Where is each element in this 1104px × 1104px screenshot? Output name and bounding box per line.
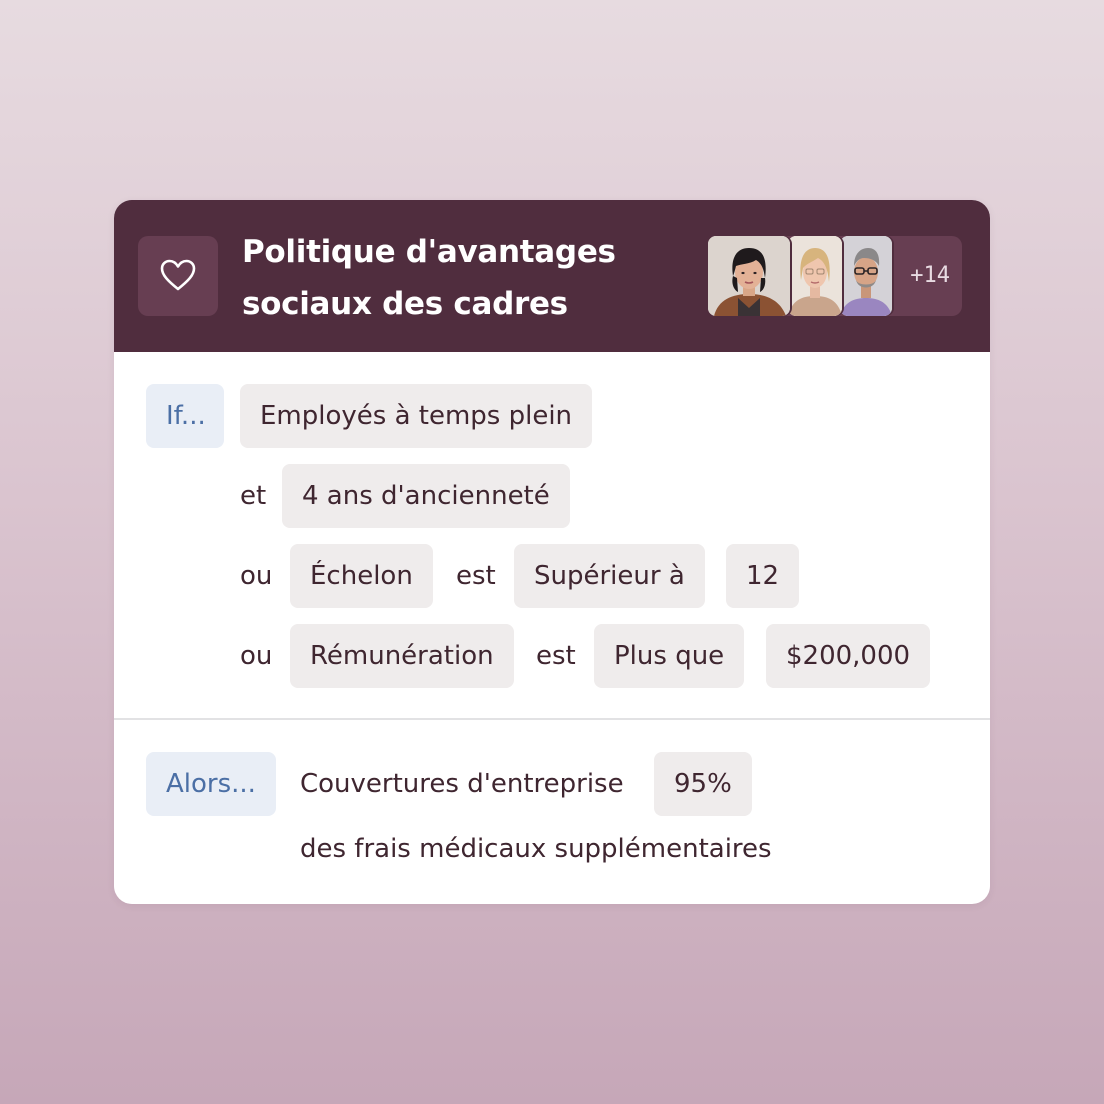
- avatar[interactable]: [708, 236, 790, 316]
- connector-or: ou: [240, 641, 273, 671]
- avatar[interactable]: [788, 236, 842, 316]
- title-line-1: Politique d'avantages: [242, 234, 616, 270]
- verb-is: est: [536, 641, 576, 671]
- person-2-avatar-icon: [788, 236, 842, 316]
- verb-is: est: [456, 561, 496, 591]
- policy-card: Politique d'avantages sociaux des cadres: [114, 200, 990, 904]
- person-3-avatar-icon: [840, 236, 892, 316]
- connector-or: ou: [240, 561, 273, 591]
- heart-icon: [160, 259, 196, 291]
- member-avatars[interactable]: +14: [708, 236, 962, 316]
- then-keyword: Alors...: [146, 752, 276, 816]
- page-title: Politique d'avantages sociaux des cadres: [242, 226, 662, 330]
- condition-employment-type[interactable]: Employés à temps plein: [240, 384, 593, 448]
- person-1-avatar-icon: [708, 236, 790, 316]
- outcome-text: Couvertures d'entreprise: [300, 769, 624, 799]
- condition-operator-more-than[interactable]: Plus que: [594, 624, 745, 688]
- condition-value-level[interactable]: 12: [726, 544, 800, 608]
- card-header: Politique d'avantages sociaux des cadres: [114, 200, 990, 352]
- if-keyword: If...: [146, 384, 224, 448]
- condition-value-compensation[interactable]: $200,000: [766, 624, 931, 688]
- more-members-count[interactable]: +14: [910, 236, 950, 316]
- connector-and: et: [240, 481, 267, 511]
- condition-field-level[interactable]: Échelon: [290, 544, 433, 608]
- outcome-section: Alors... Couvertures d'entreprise 95% de…: [114, 720, 990, 904]
- conditions-section: If... Employés à temps plein et 4 ans d'…: [114, 352, 990, 718]
- favorite-button[interactable]: [138, 236, 218, 316]
- outcome-value[interactable]: 95%: [654, 752, 752, 816]
- condition-seniority[interactable]: 4 ans d'ancienneté: [282, 464, 570, 528]
- condition-operator-greater[interactable]: Supérieur à: [514, 544, 705, 608]
- avatar[interactable]: [840, 236, 892, 316]
- outcome-description: des frais médicaux supplémentaires: [300, 834, 772, 864]
- condition-field-compensation[interactable]: Rémunération: [290, 624, 514, 688]
- title-line-2: sociaux des cadres: [242, 286, 568, 322]
